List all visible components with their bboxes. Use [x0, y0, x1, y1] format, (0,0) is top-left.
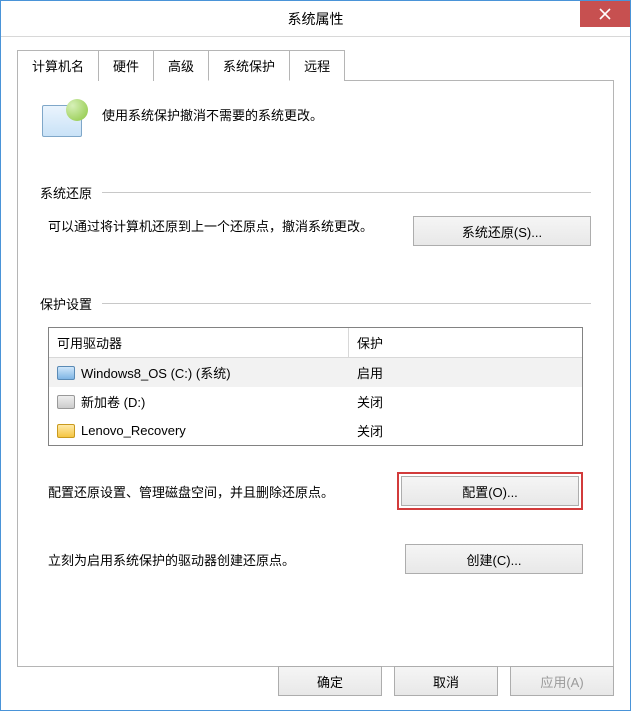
drive-status: 启用 [349, 361, 582, 384]
col-header-protection[interactable]: 保护 [349, 328, 582, 358]
configure-button[interactable]: 配置(O)... [401, 476, 579, 506]
drive-table: 可用驱动器 保护 Windows8_OS (C:) (系统) 启用 新加卷 (D… [48, 327, 583, 446]
create-button[interactable]: 创建(C)... [405, 544, 583, 574]
highlight-box: 配置(O)... [397, 472, 583, 510]
tab-system-protection[interactable]: 系统保护 [208, 50, 290, 81]
tab-strip: 计算机名 硬件 高级 系统保护 远程 [17, 49, 614, 81]
tab-panel-system-protection: 使用系统保护撤消不需要的系统更改。 系统还原 可以通过将计算机还原到上一个还原点… [17, 81, 614, 667]
section-header-restore: 系统还原 [40, 183, 591, 202]
divider [102, 192, 591, 193]
drive-row[interactable]: 新加卷 (D:) 关闭 [49, 387, 582, 416]
titlebar: 系统属性 [1, 1, 630, 37]
drive-table-header: 可用驱动器 保护 [49, 328, 582, 358]
close-button[interactable] [580, 1, 630, 27]
section-title-protect: 保护设置 [40, 294, 92, 313]
configure-row: 配置还原设置、管理磁盘空间，并且删除还原点。 配置(O)... [48, 472, 583, 510]
content-area: 计算机名 硬件 高级 系统保护 远程 使用系统保护撤消不需要的系统更改。 系统还… [1, 37, 630, 683]
drive-row[interactable]: Lenovo_Recovery 关闭 [49, 416, 582, 445]
drive-name: Windows8_OS (C:) (系统) [81, 363, 231, 382]
col-header-drive[interactable]: 可用驱动器 [49, 328, 349, 358]
restore-desc: 可以通过将计算机还原到上一个还原点，撤消系统更改。 [40, 216, 401, 238]
intro-text: 使用系统保护撤消不需要的系统更改。 [102, 99, 323, 124]
tab-hardware[interactable]: 硬件 [98, 50, 154, 81]
dialog-buttons: 确定 取消 应用(A) [278, 666, 614, 696]
drive-icon [57, 366, 75, 380]
drive-name: 新加卷 (D:) [81, 392, 145, 411]
apply-button[interactable]: 应用(A) [510, 666, 614, 696]
tab-remote[interactable]: 远程 [289, 50, 345, 81]
configure-desc: 配置还原设置、管理磁盘空间，并且删除还原点。 [48, 482, 385, 501]
system-restore-button[interactable]: 系统还原(S)... [413, 216, 591, 246]
drive-status: 关闭 [349, 419, 582, 442]
separator [17, 651, 614, 652]
drive-name: Lenovo_Recovery [81, 423, 186, 438]
create-row: 立刻为启用系统保护的驱动器创建还原点。 创建(C)... [48, 544, 583, 574]
system-properties-window: 系统属性 计算机名 硬件 高级 系统保护 远程 使用系统保护撤消不需要的系统更改… [0, 0, 631, 711]
window-title: 系统属性 [288, 9, 344, 29]
tab-computer-name[interactable]: 计算机名 [17, 50, 99, 81]
section-title-restore: 系统还原 [40, 183, 92, 202]
create-desc: 立刻为启用系统保护的驱动器创建还原点。 [48, 550, 393, 569]
drive-row[interactable]: Windows8_OS (C:) (系统) 启用 [49, 358, 582, 387]
section-header-protect: 保护设置 [40, 294, 591, 313]
restore-row: 可以通过将计算机还原到上一个还原点，撤消系统更改。 系统还原(S)... [40, 216, 591, 246]
drive-icon [57, 395, 75, 409]
folder-icon [57, 424, 75, 438]
ok-button[interactable]: 确定 [278, 666, 382, 696]
close-icon [599, 8, 611, 20]
tab-advanced[interactable]: 高级 [153, 50, 209, 81]
divider [102, 303, 591, 304]
drive-status: 关闭 [349, 390, 582, 413]
system-protection-icon [40, 99, 88, 147]
intro-row: 使用系统保护撤消不需要的系统更改。 [40, 99, 591, 147]
cancel-button[interactable]: 取消 [394, 666, 498, 696]
